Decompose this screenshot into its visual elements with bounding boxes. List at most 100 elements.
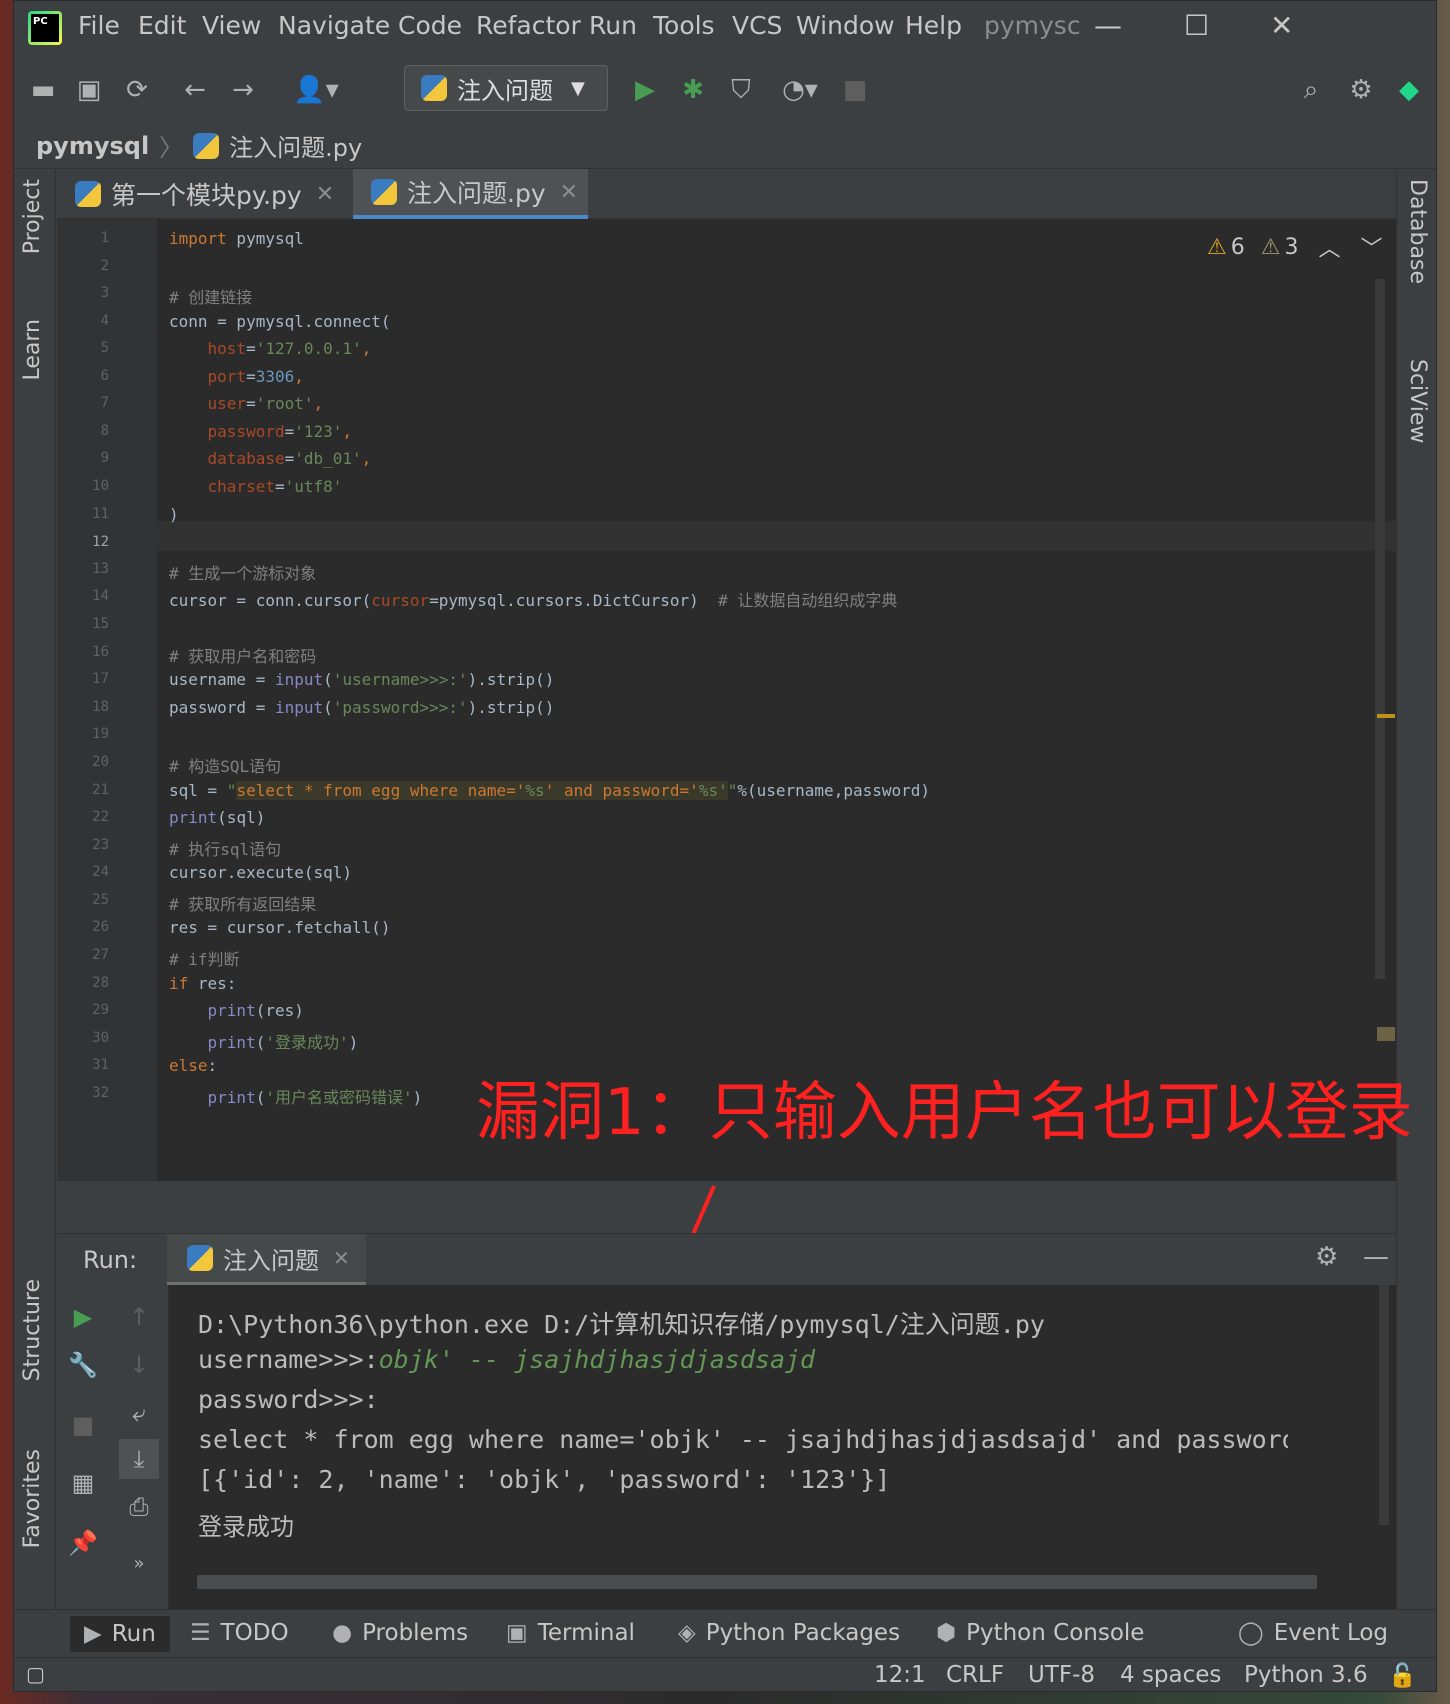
line-number: 9 xyxy=(100,450,109,466)
caret-position[interactable]: 12:1 xyxy=(874,1662,926,1688)
code-text: username = xyxy=(169,670,275,689)
code-text: ( xyxy=(255,1033,266,1052)
wrench-icon[interactable]: 🔧 xyxy=(63,1345,103,1385)
inspection-widget[interactable]: ⚠ 6 ⚠ 3 ︿ ﹀ xyxy=(1207,231,1383,263)
bottom-tab-terminal[interactable]: ▣ Terminal xyxy=(506,1620,635,1646)
code-editor[interactable]: ⚠ 6 ⚠ 3 ︿ ﹀ 1 2 3 4 5 6 7 8 9 10 11 12 13 14 15 16 17 18 1… xyxy=(57,219,1396,1181)
run-icon[interactable]: ▶ xyxy=(626,71,664,109)
run-tab[interactable]: 注入问题 ✕ xyxy=(167,1234,366,1286)
back-icon[interactable]: ← xyxy=(176,71,214,109)
python-file-icon xyxy=(371,179,397,205)
pin-icon[interactable]: 📌 xyxy=(63,1523,103,1563)
save-icon[interactable]: ▣ xyxy=(70,71,108,109)
menu-tools[interactable]: Tools xyxy=(653,11,715,40)
tab-injection[interactable]: 注入问题.py ✕ xyxy=(353,169,589,219)
scroll-down-icon[interactable]: ↓ xyxy=(119,1345,159,1385)
more-icon[interactable]: » xyxy=(119,1543,159,1583)
bottom-tab-problems[interactable]: ● Problems xyxy=(332,1620,468,1646)
open-icon[interactable]: ▬ xyxy=(24,71,62,109)
rerun-icon[interactable]: ▶ xyxy=(63,1297,103,1337)
bottom-tab-run[interactable]: ▶ Run xyxy=(70,1616,170,1652)
menu-refactor[interactable]: Refactor xyxy=(476,11,581,40)
close-tab-icon[interactable]: ✕ xyxy=(316,182,334,207)
code-line-9: database='db_01', xyxy=(169,449,372,468)
line-number: 32 xyxy=(92,1085,109,1101)
warning-marker[interactable] xyxy=(1377,1027,1395,1041)
toggle-tool-windows-icon[interactable]: ▢ xyxy=(26,1662,45,1686)
breadcrumb-separator-icon: 〉 xyxy=(159,134,184,162)
tab-first-module[interactable]: 第一个模块py.py ✕ xyxy=(57,169,344,219)
structure-tool-tab[interactable]: Structure xyxy=(20,1279,45,1381)
stop-icon[interactable]: ■ xyxy=(836,71,874,109)
coverage-icon[interactable]: ⛉ xyxy=(722,71,760,109)
param: charset xyxy=(169,477,275,496)
maximize-button[interactable]: ☐ xyxy=(1184,9,1209,42)
close-run-tab-icon[interactable]: ✕ xyxy=(333,1246,350,1270)
print-icon[interactable]: ⎙ xyxy=(119,1487,159,1527)
prev-problem-icon[interactable]: ︿ xyxy=(1318,231,1340,263)
menu-navigate[interactable]: Navigate xyxy=(278,11,390,40)
menu-file[interactable]: File xyxy=(78,11,120,40)
bottom-tab-python-packages[interactable]: ◈ Python Packages xyxy=(678,1620,900,1646)
favorites-tool-tab[interactable]: Favorites xyxy=(20,1449,45,1548)
profile-icon[interactable]: ◔▾ xyxy=(770,71,830,109)
forward-icon[interactable]: → xyxy=(224,71,262,109)
user-icon[interactable]: 👤▾ xyxy=(286,71,346,109)
run-console[interactable]: ▶ 🔧 ■ ▦ 📌 ↑ ↓ ⤶ ⤓ ⎙ » D:\Python36\python… xyxy=(57,1285,1396,1609)
project-tool-tab[interactable]: Project xyxy=(20,179,45,254)
scroll-to-end-icon[interactable]: ⤓ xyxy=(119,1439,159,1479)
settings-icon[interactable]: ⚙ xyxy=(1315,1242,1338,1272)
lock-icon[interactable]: 🔓 xyxy=(1388,1662,1417,1689)
breadcrumb-file[interactable]: 注入问题.py xyxy=(229,128,362,163)
menu-view[interactable]: View xyxy=(202,11,261,40)
database-tool-tab[interactable]: Database xyxy=(1405,179,1430,284)
menu-help[interactable]: Help xyxy=(905,11,962,40)
line-separator[interactable]: CRLF xyxy=(946,1662,1004,1688)
menu-code[interactable]: Code xyxy=(398,11,462,40)
menu-vcs[interactable]: VCS xyxy=(732,11,782,40)
debug-icon[interactable]: ✱ xyxy=(674,71,712,109)
code-line-32: print('用户名或密码错误') xyxy=(169,1084,423,1108)
menu-run[interactable]: Run xyxy=(589,11,637,40)
search-icon[interactable]: ⌕ xyxy=(1292,71,1330,109)
sciview-tool-tab[interactable]: SciView xyxy=(1405,359,1430,443)
bottom-tab-label: Terminal xyxy=(537,1620,635,1646)
next-problem-icon[interactable]: ﹀ xyxy=(1360,231,1382,263)
python-interpreter[interactable]: Python 3.6 xyxy=(1244,1662,1368,1688)
minimize-button[interactable]: — xyxy=(1094,9,1122,42)
console-vscrollbar[interactable] xyxy=(1379,1285,1389,1525)
bottom-tab-event-log[interactable]: ◯ Event Log xyxy=(1238,1620,1388,1646)
menu-window[interactable]: Window xyxy=(796,11,895,40)
event-log-icon: ◯ xyxy=(1238,1620,1264,1646)
indent-setting[interactable]: 4 spaces xyxy=(1120,1662,1221,1688)
console-username-line: username>>>:objk' -- jsajhdjhasjdjasdsaj… xyxy=(198,1345,815,1374)
string: '123' xyxy=(294,422,343,441)
file-encoding[interactable]: UTF-8 xyxy=(1028,1662,1095,1688)
close-tab-icon[interactable]: ✕ xyxy=(560,180,578,205)
toolbox-icon[interactable]: ◆ xyxy=(1390,71,1428,109)
terminal-icon: ▣ xyxy=(506,1620,528,1646)
breadcrumb-project[interactable]: pymysql xyxy=(36,132,149,160)
menu-edit[interactable]: Edit xyxy=(138,11,186,40)
code-text: pymysql xyxy=(226,229,304,248)
close-button[interactable]: ✕ xyxy=(1270,9,1293,42)
hide-panel-icon[interactable]: — xyxy=(1363,1242,1389,1272)
line-number: 28 xyxy=(92,975,109,991)
console-hscrollbar[interactable] xyxy=(197,1575,1317,1589)
layout-icon[interactable]: ▦ xyxy=(63,1463,103,1503)
code-line-22: print(sql) xyxy=(169,808,265,827)
line-number: 10 xyxy=(92,478,109,494)
run-config-dropdown[interactable]: 注入问题 ▼ xyxy=(404,65,608,111)
stop-icon[interactable]: ■ xyxy=(63,1405,103,1445)
settings-icon[interactable]: ⚙ xyxy=(1342,71,1380,109)
editor-scrollbar[interactable] xyxy=(1375,279,1385,979)
bottom-tab-python-console[interactable]: ⬢ Python Console xyxy=(936,1620,1144,1646)
warning-marker[interactable] xyxy=(1377,714,1395,718)
learn-tool-tab[interactable]: Learn xyxy=(20,319,45,381)
string: 'password>>>:' xyxy=(332,698,468,717)
scroll-up-icon[interactable]: ↑ xyxy=(119,1297,159,1337)
soft-wrap-icon[interactable]: ⤶ xyxy=(119,1393,159,1433)
sync-icon[interactable]: ⟳ xyxy=(118,71,156,109)
bottom-tab-todo[interactable]: ☰ TODO xyxy=(190,1620,289,1646)
string: 'utf8' xyxy=(284,477,343,496)
